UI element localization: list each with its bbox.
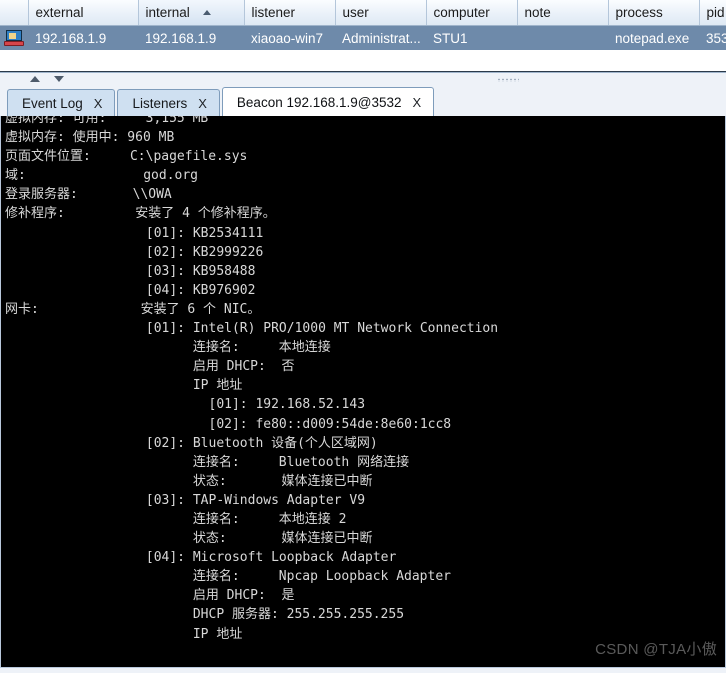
console-line: [01]: Intel(R) PRO/1000 MT Network Conne…	[5, 321, 499, 337]
console-line: 连接名: 本地连接	[5, 340, 331, 356]
tab-event-log-label: Event Log	[22, 95, 83, 111]
tab-event-log-close-icon[interactable]: X	[94, 96, 103, 111]
tab-listeners[interactable]: Listeners X	[117, 89, 220, 116]
column-header-user[interactable]: user	[335, 0, 427, 26]
splitter-grip-icon[interactable]	[497, 78, 519, 82]
tab-listeners-label: Listeners	[132, 95, 188, 111]
console-line: [02]: Bluetooth 设备(个人区域网)	[5, 435, 378, 451]
console-line: 连接名: Bluetooth 网络连接	[5, 454, 410, 470]
targets-table-panel: external internal listener user computer	[0, 0, 726, 72]
console-line: 域: god.org	[5, 168, 199, 184]
cell-process: notepad.exe	[608, 25, 699, 50]
console-line: [02]: KB2999226	[5, 244, 264, 260]
console-line: 页面文件位置: C:\pagefile.sys	[5, 149, 248, 165]
cell-listener: xiaoao-win7	[244, 25, 335, 50]
cell-internal: 192.168.1.9	[138, 25, 244, 50]
console-line: 网卡: 安装了 6 个 NIC。	[5, 301, 261, 317]
cell-pid: 3532	[699, 25, 726, 50]
tab-event-log[interactable]: Event Log X	[7, 89, 116, 116]
console-line: [03]: KB958488	[5, 263, 256, 279]
table-empty-cell	[0, 50, 726, 71]
console-line: [04]: Microsoft Loopback Adapter	[5, 550, 397, 566]
console-line: 连接名: 本地连接 2	[5, 511, 347, 527]
host-icon-base	[4, 41, 24, 47]
beacon-console-output: 虚拟内存: 可用: 3,155 MB 虚拟内存: 使用中: 960 MB 页面文件位…	[1, 116, 725, 644]
console-bottom-edge	[0, 667, 726, 673]
host-icon-cell	[0, 25, 28, 50]
hosts-table-gutter-header	[0, 0, 29, 26]
splitter-collapse-up-icon[interactable]	[30, 76, 40, 82]
column-header-pid[interactable]: pid	[699, 0, 726, 26]
table-row[interactable]: 192.168.1.9 192.168.1.9 xiaoao-win7 Admi…	[0, 25, 726, 50]
column-header-computer-label: computer	[433, 5, 490, 20]
hosts-table: external internal listener user computer	[0, 0, 726, 71]
column-header-listener-label: listener	[251, 5, 296, 20]
column-header-note-label: note	[524, 5, 551, 20]
console-line: IP 地址	[5, 626, 243, 642]
column-header-note[interactable]: note	[517, 0, 609, 26]
column-header-external-label: external	[35, 5, 84, 20]
table-empty-area	[0, 50, 726, 71]
console-line: 虚拟内存: 可用: 3,155 MB	[5, 116, 209, 126]
cell-external: 192.168.1.9	[28, 25, 138, 50]
column-header-process[interactable]: process	[608, 0, 700, 26]
column-header-listener[interactable]: listener	[244, 0, 336, 26]
console-line: 连接名: Npcap Loopback Adapter	[5, 569, 451, 585]
console-line: 修补程序: 安装了 4 个修补程序。	[5, 206, 276, 222]
hosts-table-header-row: external internal listener user computer	[0, 0, 726, 26]
column-header-process-label: process	[615, 5, 663, 20]
host-computer-icon	[4, 30, 24, 47]
beacon-console[interactable]: 虚拟内存: 可用: 3,155 MB 虚拟内存: 使用中: 960 MB 页面文件位…	[0, 116, 726, 667]
console-line: [03]: TAP-Windows Adapter V9	[5, 492, 366, 508]
console-line: DHCP 服务器: 255.255.255.255	[5, 607, 405, 623]
tab-strip: Event Log X Listeners X Beacon 192.168.1…	[0, 87, 726, 116]
console-line: 状态: 媒体连接已中断	[5, 531, 373, 547]
tab-beacon-label: Beacon 192.168.1.9@3532	[236, 94, 402, 110]
console-line: [01]: KB2534111	[5, 225, 264, 241]
console-line: [02]: fe80::d009:54de:8e60:1cc8	[5, 416, 452, 432]
column-header-computer[interactable]: computer	[426, 0, 518, 26]
console-line: 虚拟内存: 使用中: 960 MB	[5, 130, 175, 146]
cell-computer: STU1	[426, 25, 517, 50]
console-line: 启用 DHCP: 是	[5, 588, 295, 604]
cobalt-strike-window: external internal listener user computer	[0, 0, 726, 673]
column-header-internal-label: internal	[145, 5, 190, 20]
sort-ascending-icon	[202, 10, 211, 15]
cell-note	[517, 25, 608, 50]
console-line: 状态: 媒体连接已中断	[5, 473, 373, 489]
panel-splitter[interactable]	[0, 72, 726, 87]
tab-beacon[interactable]: Beacon 192.168.1.9@3532 X	[221, 87, 435, 116]
splitter-collapse-down-icon[interactable]	[54, 76, 64, 82]
console-line: IP 地址	[5, 378, 243, 394]
console-line: [01]: 192.168.52.143	[5, 397, 366, 413]
column-header-user-label: user	[342, 5, 369, 20]
tab-listeners-close-icon[interactable]: X	[198, 96, 207, 111]
console-line: [04]: KB976902	[5, 282, 256, 298]
column-header-internal[interactable]: internal	[138, 0, 245, 26]
console-line: 登录服务器: \\OWA	[5, 187, 172, 203]
column-header-pid-label: pid	[706, 5, 725, 20]
cell-user: Administrat...	[335, 25, 426, 50]
tab-beacon-close-icon[interactable]: X	[413, 95, 422, 110]
console-line: 启用 DHCP: 否	[5, 359, 295, 375]
column-header-external[interactable]: external	[28, 0, 139, 26]
host-icon-screen	[6, 30, 22, 42]
